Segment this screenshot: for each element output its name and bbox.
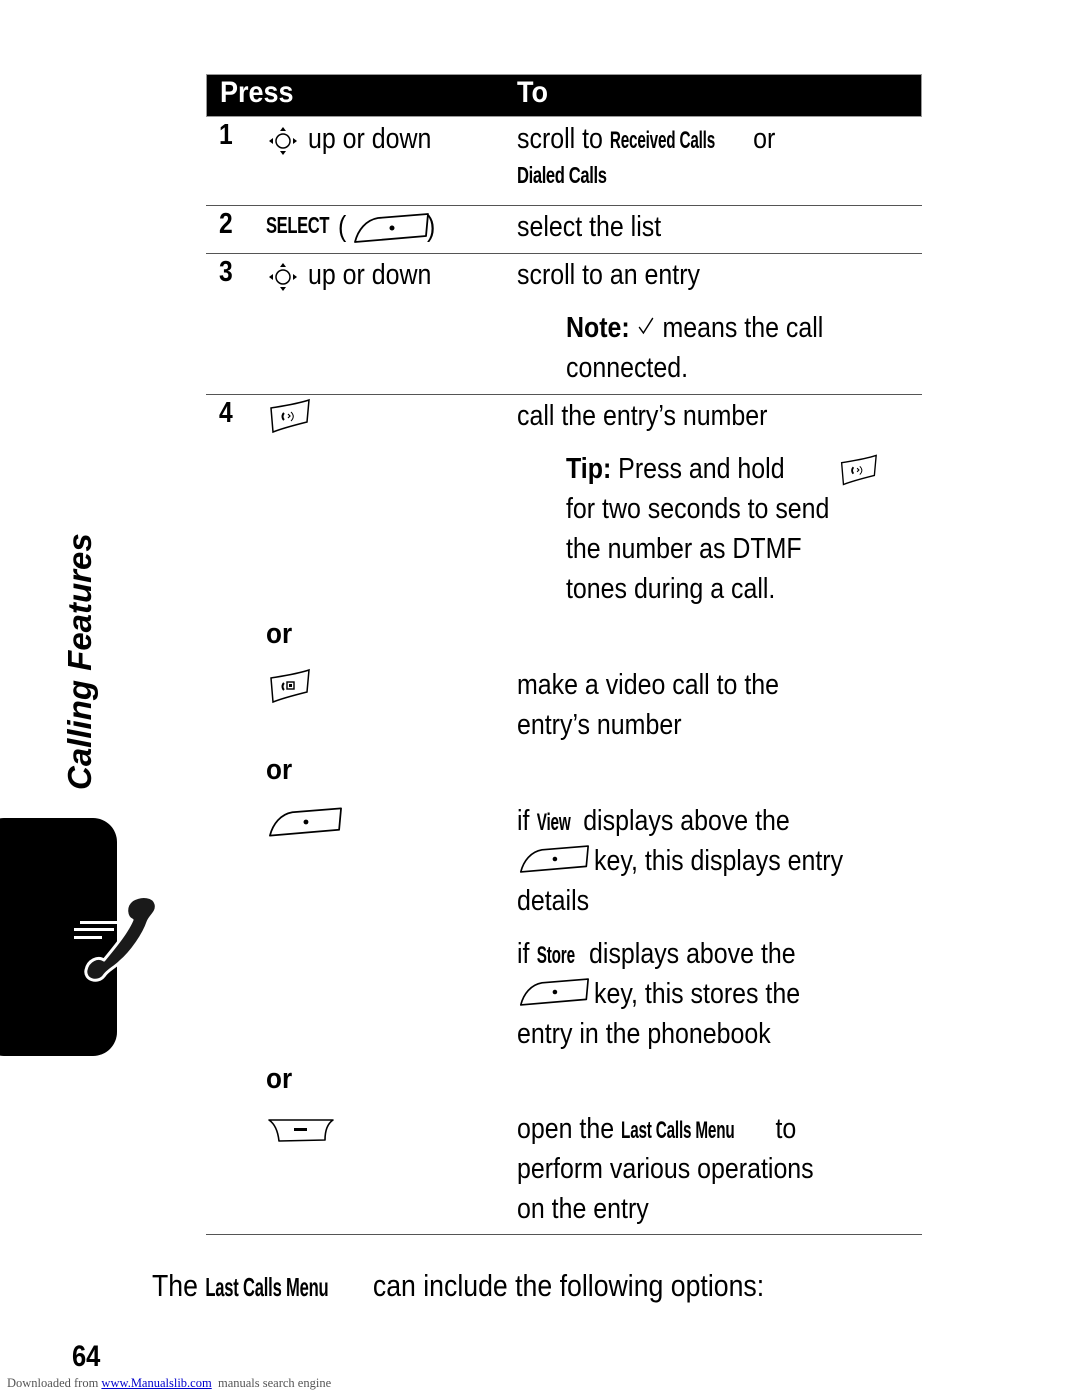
video-call-key-icon: [267, 668, 311, 709]
step-description: entry’s number: [517, 709, 682, 741]
center-soft-key-icon: [518, 976, 590, 1013]
checkmark-icon: [637, 308, 656, 348]
footer-text: Downloaded from: [7, 1376, 102, 1390]
description-text: displays above the: [582, 938, 796, 970]
ui-label-last-calls-menu: Last Calls Menu: [205, 1272, 329, 1302]
summary-text-part: The: [152, 1268, 206, 1303]
center-soft-key-icon: [518, 843, 590, 880]
summary-text: The Last Calls Menu can include the foll…: [152, 1266, 764, 1307]
page-number: 64: [72, 1340, 101, 1373]
ui-label-store: Store: [536, 942, 575, 969]
step-description: call the entry’s number: [517, 400, 768, 432]
step-description: perform various operations: [517, 1153, 814, 1185]
tip-text: the number as DTMF: [566, 533, 802, 565]
step-description: key, this stores the: [594, 978, 801, 1010]
row-divider: [206, 394, 922, 395]
row-divider: [206, 253, 922, 254]
tip: Tip: Press and hold: [566, 449, 785, 489]
tip-text: tones during a call.: [566, 573, 776, 605]
nav-key-icon: [268, 262, 298, 297]
step-description: open the Last Calls Menu to: [517, 1109, 796, 1151]
step-number: 4: [219, 397, 233, 429]
ui-label-last-calls-menu: Last Calls Menu: [621, 1117, 735, 1144]
description-text: or: [746, 123, 776, 155]
step-description: if Store displays above the: [517, 934, 796, 976]
step-description: key, this displays entry: [594, 845, 844, 877]
description-text: displays above the: [576, 805, 790, 837]
send-key-icon: [838, 452, 878, 493]
center-soft-key-icon: [352, 212, 430, 249]
step-number: 3: [219, 256, 233, 288]
note-text: means the call: [655, 312, 824, 344]
center-soft-key-icon: [267, 804, 343, 845]
ui-label-text: Dialed Calls: [517, 162, 607, 188]
description-text: to: [768, 1113, 797, 1145]
paren-close: ): [427, 211, 436, 243]
footer-link[interactable]: www.Manualslib.com: [101, 1376, 211, 1390]
menu-key-icon: [267, 1118, 335, 1149]
step-description: on the entry: [517, 1193, 649, 1225]
description-text: open the: [517, 1113, 622, 1145]
step-number: 1: [219, 119, 233, 151]
footer: Downloaded from www.Manualslib.com manua…: [7, 1376, 331, 1391]
step-description: make a video call to the: [517, 669, 780, 701]
tip-text: Press and hold: [611, 453, 785, 485]
description-text: if: [517, 938, 537, 970]
press-text: up or down: [308, 123, 432, 155]
or-label: or: [266, 1063, 293, 1095]
step-description: details: [517, 885, 590, 917]
column-header-press: Press: [220, 76, 294, 109]
nav-key-icon: [268, 126, 298, 161]
press-text: up or down: [308, 259, 432, 291]
table-bottom-rule: [206, 1234, 922, 1235]
step-number: 2: [219, 208, 233, 240]
footer-text: manuals search engine: [211, 1376, 332, 1390]
step-description: scroll to Received Calls or: [517, 119, 775, 161]
step-description: if View displays above the: [517, 801, 790, 843]
note: Note: means the call: [566, 308, 823, 348]
step-description: select the list: [517, 211, 662, 243]
or-label: or: [266, 754, 293, 786]
row-divider: [206, 205, 922, 206]
ui-label-select: SELECT: [266, 212, 330, 238]
description-text: scroll to: [517, 123, 610, 155]
or-label: or: [266, 618, 293, 650]
paren-open: (: [338, 211, 347, 243]
summary-text-part: can include the following options:: [365, 1268, 765, 1303]
table-header: [206, 74, 922, 117]
ui-label-view: View: [536, 809, 571, 836]
send-key-icon: [267, 398, 311, 439]
tip-text: for two seconds to send: [566, 493, 830, 525]
step-description: scroll to an entry: [517, 259, 700, 291]
ui-label-received-calls: Received Calls: [609, 127, 716, 154]
column-header-to: To: [517, 76, 548, 109]
step-description: entry in the phonebook: [517, 1018, 771, 1050]
section-title: Calling Features: [61, 533, 98, 790]
description-text: if: [517, 805, 537, 837]
ui-label-dialed-calls: Dialed Calls: [517, 162, 641, 189]
note-label: Note:: [566, 312, 630, 344]
calling-phone-icon: [70, 890, 170, 995]
tip-label: Tip:: [566, 453, 612, 485]
note-text: connected.: [566, 352, 689, 384]
